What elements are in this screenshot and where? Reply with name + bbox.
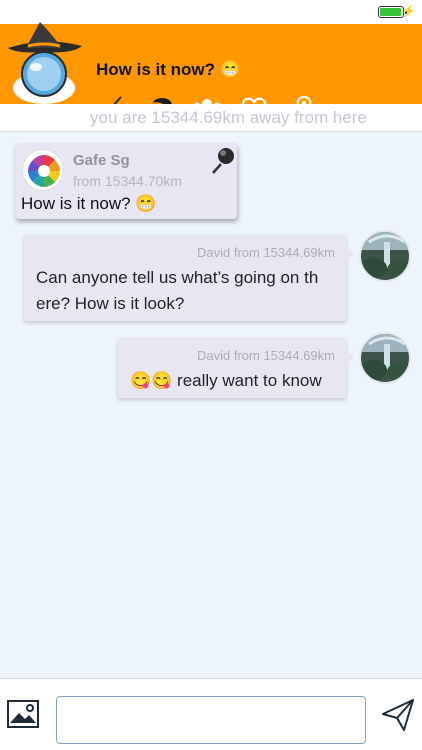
- message-text-line-2: ere? How is it look?: [36, 294, 185, 313]
- distance-text: you are 15344.69km away from here: [90, 108, 367, 127]
- avatar[interactable]: [359, 230, 411, 282]
- message-input[interactable]: [56, 696, 366, 744]
- message-meta: David from 15344.69km: [196, 245, 335, 260]
- message-text-line-1: Can anyone tell us what’s going on th: [36, 268, 319, 287]
- crystal-ball-logo: [4, 22, 84, 106]
- status-bar: ⚡: [0, 0, 422, 24]
- distance-bar: you are 15344.69km away from here: [0, 104, 422, 132]
- image-icon[interactable]: [6, 699, 40, 729]
- composer-bar: [0, 678, 422, 750]
- message-bubble[interactable]: David from 15344.69km 😋😋 really want to …: [118, 338, 355, 398]
- avatar[interactable]: [359, 332, 411, 384]
- card-name: Gafe Sg: [73, 152, 130, 169]
- group-avatar: [22, 149, 64, 191]
- message-text: 😋😋 really want to know: [130, 371, 322, 390]
- send-icon[interactable]: [380, 697, 416, 733]
- topic-card[interactable]: Gafe Sg from 15344.70km How is it now? 😁: [15, 143, 237, 219]
- message-bubble[interactable]: David from 15344.69km Can anyone tell us…: [24, 235, 355, 321]
- bolt-icon: ⚡: [401, 4, 416, 18]
- card-distance: from 15344.70km: [73, 173, 182, 189]
- battery-level: [380, 8, 401, 16]
- card-text: How is it now? 😁: [21, 194, 157, 213]
- pin-icon[interactable]: [211, 146, 237, 174]
- topic-title: How is it now? 😁: [96, 60, 241, 79]
- message-meta: David from 15344.69km: [196, 348, 335, 363]
